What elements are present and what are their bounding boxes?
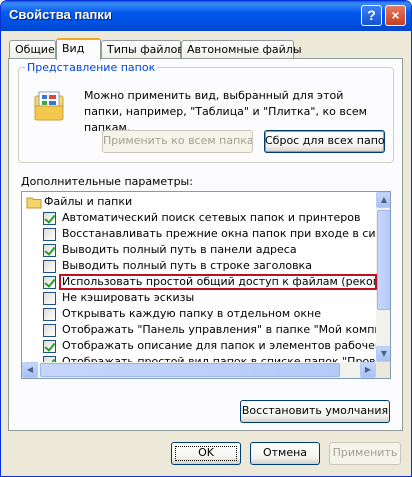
option-label: Открывать каждую папку в отдельном окне — [62, 307, 321, 320]
list-item[interactable]: Открывать каждую папку в отдельном окне — [22, 306, 377, 322]
checkbox[interactable] — [43, 276, 56, 289]
list-item[interactable]: Восстанавливать прежние окна папок при в… — [22, 226, 390, 242]
highlight-frame — [59, 274, 377, 290]
scroll-corner — [376, 362, 390, 378]
folder-icon — [26, 197, 42, 209]
option-label: Выводить полный путь в строке заголовка — [62, 259, 312, 272]
scroll-up-arrow-icon[interactable]: ▲ — [376, 192, 390, 208]
option-label: Восстанавливать прежние окна папок при в… — [62, 227, 391, 240]
checkbox[interactable] — [43, 260, 56, 273]
tree-root-files-folders: Файлы и папки — [22, 194, 377, 210]
checkbox[interactable] — [43, 212, 56, 225]
cancel-button[interactable]: Отмена — [250, 442, 320, 465]
apply-to-all-folders-button[interactable]: Применить ко всем папкам — [102, 130, 253, 153]
scroll-down-arrow-icon[interactable]: ▼ — [376, 346, 390, 362]
vertical-scroll-thumb[interactable] — [377, 210, 390, 310]
vertical-scrollbar[interactable]: ▲ ▼ — [376, 192, 390, 362]
checkbox[interactable] — [43, 308, 56, 321]
tree-root-label: Файлы и папки — [44, 195, 133, 208]
checkbox[interactable] — [43, 228, 56, 241]
horizontal-scrollbar[interactable]: ◀ ▶ — [22, 362, 376, 378]
checkbox[interactable] — [43, 340, 56, 353]
ok-button[interactable]: OK — [171, 442, 241, 465]
list-item[interactable]: Автоматический поиск сетевых папок и при… — [22, 210, 377, 226]
folder-view-legend: Представление папок — [25, 61, 158, 74]
folder-view-icon — [34, 91, 64, 121]
list-item-highlighted[interactable]: Использовать простой общий доступ к файл… — [22, 274, 390, 290]
scroll-right-arrow-icon[interactable]: ▶ — [360, 362, 376, 378]
folder-options-window: Свойства папки ? × Общие Вид Типы файлов… — [0, 0, 412, 477]
option-label: Отображать "Панель управления" в папке "… — [62, 323, 391, 336]
advanced-settings-label: Дополнительные параметры: — [21, 175, 193, 188]
tab-file-types[interactable]: Типы файлов — [101, 40, 184, 59]
checkbox[interactable] — [43, 292, 56, 305]
option-label: Выводить полный путь в панели адреса — [62, 243, 297, 256]
option-label: Автоматический поиск сетевых папок и при… — [62, 211, 361, 224]
help-button[interactable]: ? — [361, 5, 382, 26]
window-title: Свойства папки — [9, 7, 112, 22]
folder-view-group: Представление папок Можно применить вид,… — [18, 61, 394, 163]
advanced-settings-tree[interactable]: Файлы и папки Автоматический поиск сетев… — [21, 191, 391, 379]
list-item[interactable]: Отображать описание для папок и элементо… — [22, 338, 390, 354]
checkbox[interactable] — [43, 244, 56, 257]
list-item[interactable]: Выводить полный путь в панели адреса — [22, 242, 377, 258]
list-item[interactable]: Выводить полный путь в строке заголовка — [22, 258, 377, 274]
title-bar[interactable]: Свойства папки ? × — [1, 1, 411, 31]
list-item[interactable]: Не кэшировать эскизы — [22, 290, 377, 306]
checkbox[interactable] — [43, 324, 56, 337]
list-item[interactable]: Отображать "Панель управления" в папке "… — [22, 322, 390, 338]
option-label: Отображать описание для папок и элементо… — [62, 339, 391, 352]
tab-general[interactable]: Общие — [9, 40, 56, 59]
reset-all-folders-button[interactable]: Сброс для всех папок — [264, 130, 385, 153]
apply-button[interactable]: Применить — [329, 442, 401, 465]
view-tab-panel: Представление папок Можно применить вид,… — [8, 58, 403, 431]
tab-offline-files[interactable]: Автономные файлы — [181, 40, 302, 59]
horizontal-scroll-thumb[interactable] — [40, 363, 340, 377]
scroll-left-arrow-icon[interactable]: ◀ — [22, 362, 38, 378]
tab-view[interactable]: Вид — [56, 38, 101, 60]
restore-defaults-button[interactable]: Восстановить умолчания — [240, 400, 390, 423]
folder-view-description: Можно применить вид, выбранный для этой … — [84, 89, 367, 134]
close-button[interactable]: × — [385, 5, 406, 26]
option-label: Не кэшировать эскизы — [62, 291, 195, 304]
